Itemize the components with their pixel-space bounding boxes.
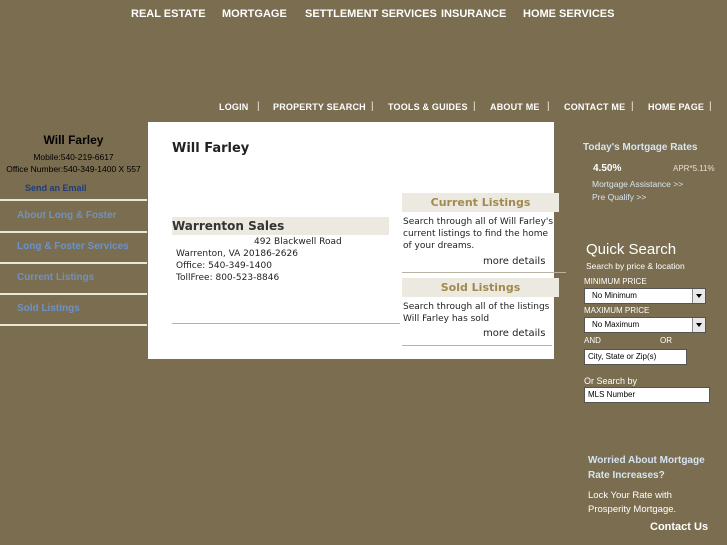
office-name: Warrenton Sales	[172, 219, 285, 233]
max-price-select[interactable]: No Maximum	[584, 317, 706, 333]
nav-settlement-services[interactable]: SETTLEMENT SERVICES	[305, 8, 437, 20]
quick-search-title: Quick Search	[586, 241, 677, 258]
sold-listings-divider	[402, 345, 552, 346]
location-placeholder: City, State or Zip(s)	[588, 352, 657, 361]
nav-separator: |	[631, 101, 634, 112]
nav-separator: |	[473, 101, 476, 112]
agent-office-number: Office Number:540-349-1400 X 557	[6, 164, 141, 174]
and-label: AND	[584, 336, 601, 345]
nav-home-services[interactable]: HOME SERVICES	[523, 8, 615, 20]
nav-real-estate[interactable]: REAL ESTATE	[131, 8, 206, 20]
nav-property-search[interactable]: PROPERTY SEARCH	[273, 102, 366, 112]
sold-listings-header[interactable]: Sold Listings	[402, 278, 559, 297]
nav-separator: |	[371, 101, 374, 112]
mortgage-apr: APR*5.11%	[673, 164, 715, 173]
sold-listings-heading: Sold Listings	[440, 281, 521, 294]
office-street: 492 Blackwell Road	[254, 237, 342, 247]
mls-placeholder: MLS Number	[588, 390, 636, 399]
office-city: Warrenton, VA 20186-2626	[176, 249, 298, 259]
chevron-down-icon	[692, 318, 705, 332]
office-tollfree: TollFree: 800-523-8846	[176, 273, 280, 283]
sidebar-item-about-long-foster[interactable]: About Long & Foster	[0, 201, 147, 233]
location-input[interactable]: City, State or Zip(s)	[584, 349, 687, 365]
current-listings-header[interactable]: Current Listings	[402, 193, 559, 212]
sidebar-item-long-foster-services[interactable]: Long & Foster Services	[0, 232, 147, 264]
page-title: Will Farley	[172, 141, 250, 156]
quick-search-subtitle: Search by price & location	[586, 261, 685, 271]
nav-separator: |	[709, 101, 712, 112]
mortgage-rates-title: Today's Mortgage Rates	[583, 142, 698, 153]
or-label: OR	[660, 336, 672, 345]
pre-qualify-link[interactable]: Pre Qualify >>	[592, 192, 646, 202]
sidebar-item-current-listings[interactable]: Current Listings	[0, 263, 147, 295]
promo-lock-line1: Lock Your Rate with	[588, 490, 672, 501]
min-price-label: MINIMUM PRICE	[584, 277, 647, 286]
nav-about-me[interactable]: ABOUT ME	[490, 102, 540, 112]
min-price-value: No Minimum	[592, 291, 637, 300]
mortgage-assistance-link[interactable]: Mortgage Assistance >>	[592, 179, 683, 189]
agent-name: Will Farley	[43, 133, 104, 147]
office-phone: Office: 540-349-1400	[176, 261, 272, 271]
nav-mortgage[interactable]: MORTGAGE	[222, 8, 287, 20]
nav-separator: |	[257, 101, 260, 112]
promo-worried-line2: Rate Increases?	[588, 470, 665, 481]
sold-listings-description: Search through all of the listings Will …	[403, 302, 550, 324]
sidebar-item-sold-listings[interactable]: Sold Listings	[0, 294, 147, 326]
nav-home-page[interactable]: HOME PAGE	[648, 102, 704, 112]
office-divider	[172, 323, 400, 324]
max-price-value: No Maximum	[592, 320, 640, 329]
or-search-by-label: Or Search by	[584, 376, 638, 386]
office-header: Warrenton Sales	[172, 217, 389, 235]
mls-number-input[interactable]: MLS Number	[584, 387, 710, 403]
promo-worried-line1: Worried About Mortgage	[588, 455, 705, 466]
nav-contact-me[interactable]: CONTACT ME	[564, 102, 625, 112]
current-listings-heading: Current Listings	[430, 196, 531, 209]
send-email-link[interactable]: Send an Email	[25, 183, 87, 193]
sold-listings-more-link[interactable]: more details	[483, 328, 545, 339]
mortgage-rate-value: 4.50%	[593, 163, 622, 174]
max-price-label: MAXIMUM PRICE	[584, 306, 650, 315]
nav-insurance[interactable]: INSURANCE	[441, 8, 506, 20]
sidebar-item-label: Long & Foster Services	[17, 241, 129, 252]
sidebar-item-label: Current Listings	[17, 272, 95, 283]
contact-us-link[interactable]: Contact Us	[650, 521, 708, 533]
chevron-down-icon	[692, 289, 705, 303]
min-price-select[interactable]: No Minimum	[584, 288, 706, 304]
nav-tools-guides[interactable]: TOOLS & GUIDES	[388, 102, 468, 112]
sidebar-item-label: About Long & Foster	[17, 210, 117, 221]
current-listings-more-link[interactable]: more details	[483, 256, 545, 267]
current-listings-description: Search through all of Will Farley's curr…	[403, 217, 554, 251]
nav-separator: |	[547, 101, 550, 112]
agent-mobile: Mobile:540-219-6617	[33, 152, 114, 162]
sidebar-item-label: Sold Listings	[17, 303, 80, 314]
promo-lock-line2: Prosperity Mortgage.	[588, 504, 677, 515]
nav-login[interactable]: LOGIN	[219, 102, 249, 112]
current-listings-divider	[402, 272, 566, 273]
